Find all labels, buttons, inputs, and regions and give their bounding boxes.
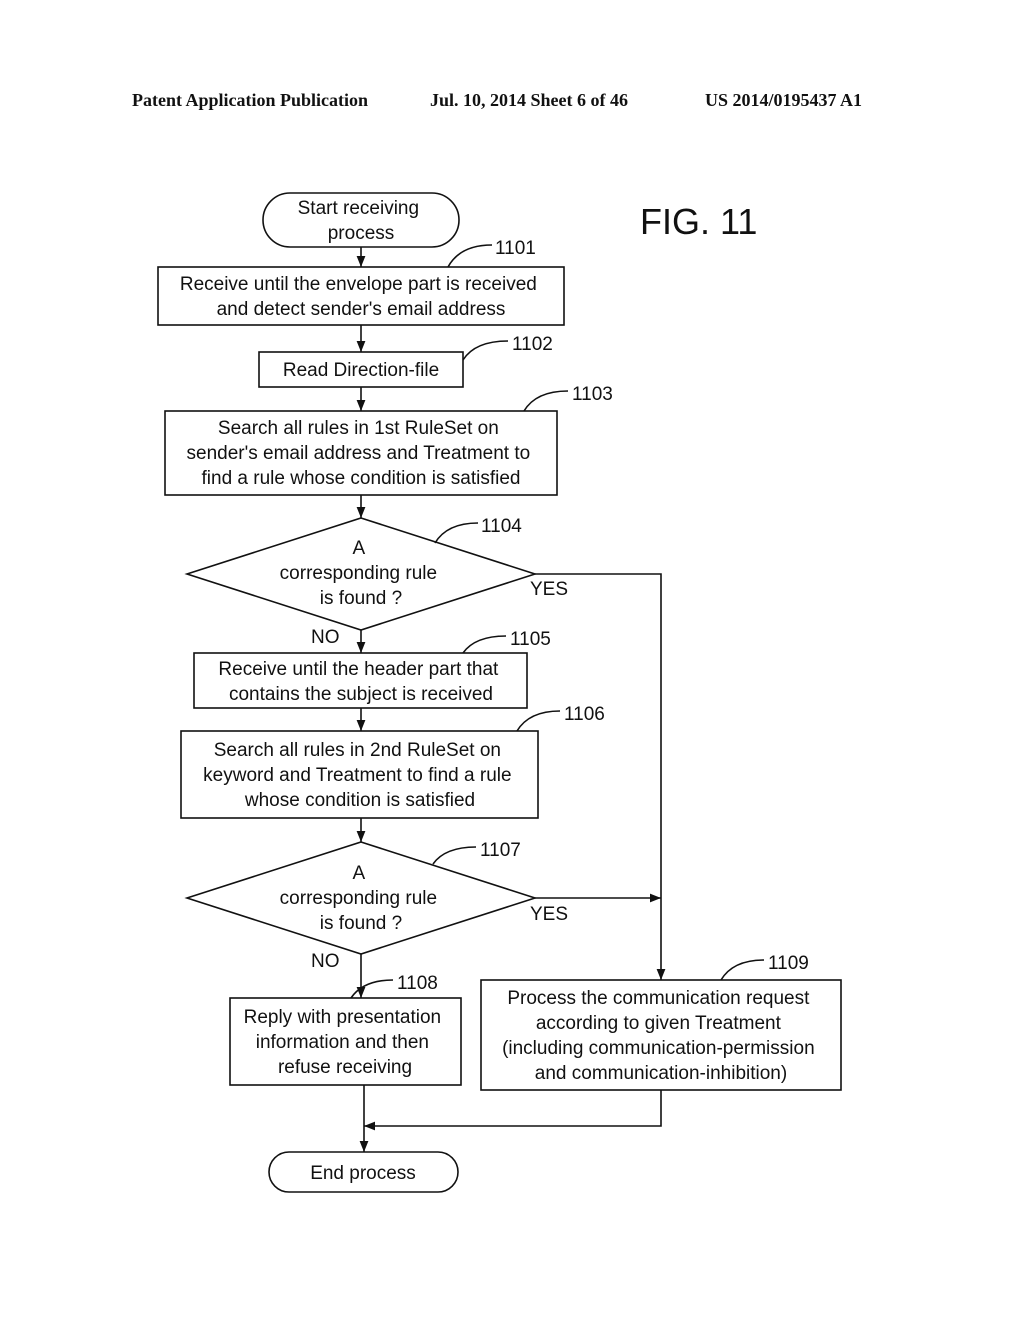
leader-1105 xyxy=(462,635,507,654)
box-1102-text: Read Direction-file xyxy=(283,360,439,381)
diamond-1104-text: A corresponding rule is found ? xyxy=(280,538,443,609)
box-1109-text: Process the communication request accord… xyxy=(502,988,820,1084)
box-1103-text: Search all rules in 1st RuleSet on sende… xyxy=(187,418,536,489)
box-1101-text: Receive until the envelope part is recei… xyxy=(180,274,542,320)
leader-1102 xyxy=(462,340,509,361)
ref-1106: 1106 xyxy=(564,704,605,725)
ref-1105: 1105 xyxy=(510,629,551,650)
ref-1104: 1104 xyxy=(481,516,522,537)
ref-1107: 1107 xyxy=(480,840,521,861)
flowchart: FIG. 11 Start receiving process Receive … xyxy=(157,192,842,1193)
label-no-1104: NO xyxy=(311,627,340,648)
label-yes-1104: YES xyxy=(530,579,568,600)
leader-1103 xyxy=(523,390,569,412)
leader-1104 xyxy=(434,522,479,544)
label-yes-1107: YES xyxy=(530,904,568,925)
box-1106-text: Search all rules in 2nd RuleSet on keywo… xyxy=(203,740,517,811)
leader-1109 xyxy=(720,959,765,981)
ref-1101: 1101 xyxy=(495,238,536,259)
leader-1101 xyxy=(447,244,493,268)
ref-1103: 1103 xyxy=(572,384,613,405)
leader-1106 xyxy=(516,710,561,732)
start-text: Start receiving process xyxy=(298,198,425,244)
end-text: End process xyxy=(310,1163,416,1184)
ref-1102: 1102 xyxy=(512,334,553,355)
ref-1108: 1108 xyxy=(397,973,438,994)
box-1105-text: Receive until the header part that conta… xyxy=(218,659,503,705)
label-no-1107: NO xyxy=(311,951,340,972)
leader-1108 xyxy=(350,979,394,999)
figure-label: FIG. 11 xyxy=(640,201,757,242)
ref-1109: 1109 xyxy=(768,953,809,974)
leader-1107 xyxy=(432,846,477,865)
box-1108-text: Reply with presentation information and … xyxy=(244,1007,447,1078)
edge-1109-end xyxy=(364,1090,662,1131)
diamond-1107-text: A corresponding rule is found ? xyxy=(280,863,443,934)
